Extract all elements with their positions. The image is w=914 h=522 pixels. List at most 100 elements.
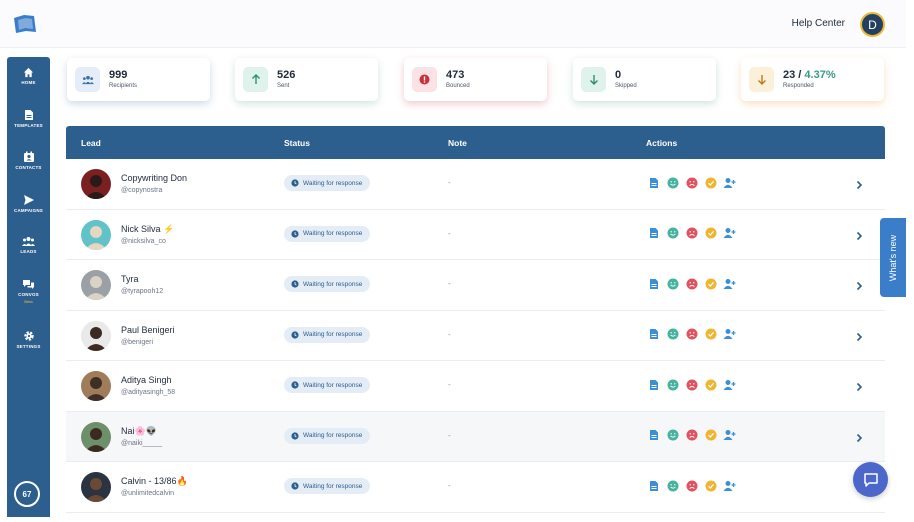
- add-contact-button[interactable]: [723, 227, 736, 240]
- sidebar-item-convos[interactable]: CONVOS Beta: [7, 279, 50, 304]
- row-actions: [647, 328, 736, 341]
- sidebar-item-campaigns[interactable]: CAMPAIGNS: [7, 194, 50, 213]
- sidebar-item-settings[interactable]: SETTINGS: [7, 330, 50, 349]
- mark-positive-button[interactable]: [666, 227, 679, 240]
- frown-icon: [686, 379, 697, 390]
- help-center-link[interactable]: Help Center: [792, 18, 845, 29]
- stat-label: Recipients: [109, 83, 138, 89]
- smile-icon: [667, 278, 678, 289]
- row-actions: [647, 429, 736, 442]
- lead-handle: @tyrapooh12: [121, 288, 164, 295]
- add-contact-button[interactable]: [723, 429, 736, 442]
- chevron-right-icon[interactable]: [856, 177, 863, 195]
- home-icon: [23, 67, 34, 78]
- chevron-right-icon[interactable]: [856, 379, 863, 397]
- chevron-right-icon[interactable]: [856, 228, 863, 246]
- table-body: Copywriting Don @copynostra Waiting for …: [66, 159, 885, 513]
- user-plus-icon: [723, 278, 736, 289]
- mark-done-button[interactable]: [704, 479, 717, 492]
- table-row[interactable]: Tyra @tyrapooh12 Waiting for response -: [66, 260, 885, 311]
- view-template-button[interactable]: [647, 328, 660, 341]
- lead-name[interactable]: Nai🌸👽: [121, 426, 157, 437]
- add-contact-button[interactable]: [723, 176, 736, 189]
- add-contact-button[interactable]: [723, 378, 736, 391]
- lead-avatar[interactable]: [81, 421, 111, 452]
- lead-avatar[interactable]: [81, 219, 111, 250]
- mark-negative-button[interactable]: [685, 176, 698, 189]
- view-template-button[interactable]: [647, 378, 660, 391]
- chevron-right-icon[interactable]: [856, 278, 863, 296]
- chat-button[interactable]: [853, 462, 888, 497]
- mark-done-button[interactable]: [704, 277, 717, 290]
- mark-positive-button[interactable]: [666, 277, 679, 290]
- row-actions: [647, 479, 736, 492]
- row-actions: [647, 227, 736, 240]
- user-avatar[interactable]: D: [860, 12, 885, 37]
- mark-done-button[interactable]: [704, 378, 717, 391]
- mark-positive-button[interactable]: [666, 328, 679, 341]
- lead-name[interactable]: Tyra: [121, 274, 139, 284]
- lead-avatar[interactable]: [81, 169, 111, 199]
- mark-positive-button[interactable]: [666, 176, 679, 189]
- lead-handle: @benigeri: [121, 338, 154, 346]
- lead-name[interactable]: Calvin - 13/86🔥: [121, 476, 188, 487]
- lead-name[interactable]: Copywriting Don: [121, 173, 187, 183]
- lead-avatar[interactable]: [81, 270, 111, 300]
- mark-negative-button[interactable]: [685, 328, 698, 341]
- gear-icon: [23, 331, 34, 341]
- mark-done-button[interactable]: [704, 429, 717, 442]
- mark-negative-button[interactable]: [685, 378, 698, 391]
- mark-negative-button[interactable]: [685, 277, 698, 290]
- sidebar-item-label: CONTACTS: [15, 165, 42, 170]
- check-circle-icon: [705, 379, 716, 390]
- add-contact-button[interactable]: [723, 479, 736, 492]
- view-template-button[interactable]: [647, 227, 660, 240]
- chevron-right-icon[interactable]: [856, 329, 863, 347]
- frown-icon: [686, 227, 697, 239]
- table-row[interactable]: Nai🌸👽 @naiki_____ Waiting for response -: [66, 411, 885, 462]
- table-row[interactable]: Paul Benigeri @benigeri Waiting for resp…: [66, 310, 885, 361]
- user-plus-icon: [723, 228, 736, 238]
- lead-name[interactable]: Aditya Singh: [121, 375, 172, 385]
- add-contact-button[interactable]: [723, 277, 736, 290]
- whats-new-tab[interactable]: What's new: [880, 218, 906, 297]
- chevron-right-icon[interactable]: [856, 430, 863, 448]
- sidebar-item-templates[interactable]: TEMPLATES: [7, 109, 50, 128]
- view-template-button[interactable]: [647, 176, 660, 189]
- sidebar-item-contacts[interactable]: CONTACTS: [7, 151, 50, 170]
- sidebar-item-home[interactable]: HOME: [7, 67, 50, 85]
- stat-value: 473: [446, 69, 465, 81]
- view-template-button[interactable]: [647, 429, 660, 442]
- table-row[interactable]: Nick Silva ⚡ @nicksilva_co Waiting for r…: [66, 209, 885, 260]
- table-row[interactable]: Aditya Singh @adityasingh_58 Waiting for…: [66, 361, 885, 412]
- status-text: Waiting for response: [303, 230, 363, 237]
- view-template-button[interactable]: [647, 479, 660, 492]
- sidebar-item-leads[interactable]: LEADS: [7, 236, 50, 254]
- mark-negative-button[interactable]: [685, 227, 698, 240]
- smile-icon: [667, 429, 678, 441]
- table-row[interactable]: Copywriting Don @copynostra Waiting for …: [66, 159, 885, 210]
- add-contact-button[interactable]: [723, 328, 736, 341]
- mark-negative-button[interactable]: [685, 429, 698, 442]
- view-template-button[interactable]: [647, 277, 660, 290]
- mark-done-button[interactable]: [704, 227, 717, 240]
- table-row[interactable]: Calvin - 13/86🔥 @unlimitedcalvin Waiting…: [66, 462, 885, 513]
- lead-avatar[interactable]: [81, 320, 111, 351]
- sidebar-item-label: LEADS: [20, 249, 37, 254]
- lead-name[interactable]: Paul Benigeri: [121, 325, 175, 335]
- lead-avatar[interactable]: [81, 371, 111, 401]
- lead-avatar[interactable]: [81, 472, 111, 502]
- mark-positive-button[interactable]: [666, 479, 679, 492]
- brand-logo[interactable]: [12, 12, 38, 36]
- lead-handle: @naiki_____: [121, 439, 162, 447]
- column-header-actions: Actions: [646, 138, 678, 148]
- credits-counter[interactable]: 67: [14, 481, 40, 507]
- mark-done-button[interactable]: [704, 176, 717, 189]
- mark-negative-button[interactable]: [685, 479, 698, 492]
- mark-positive-button[interactable]: [666, 378, 679, 391]
- sidebar-item-label: CONVOS: [18, 292, 39, 297]
- mark-positive-button[interactable]: [666, 429, 679, 442]
- document-icon: [649, 278, 658, 289]
- lead-name[interactable]: Nick Silva ⚡: [121, 224, 174, 235]
- mark-done-button[interactable]: [704, 328, 717, 341]
